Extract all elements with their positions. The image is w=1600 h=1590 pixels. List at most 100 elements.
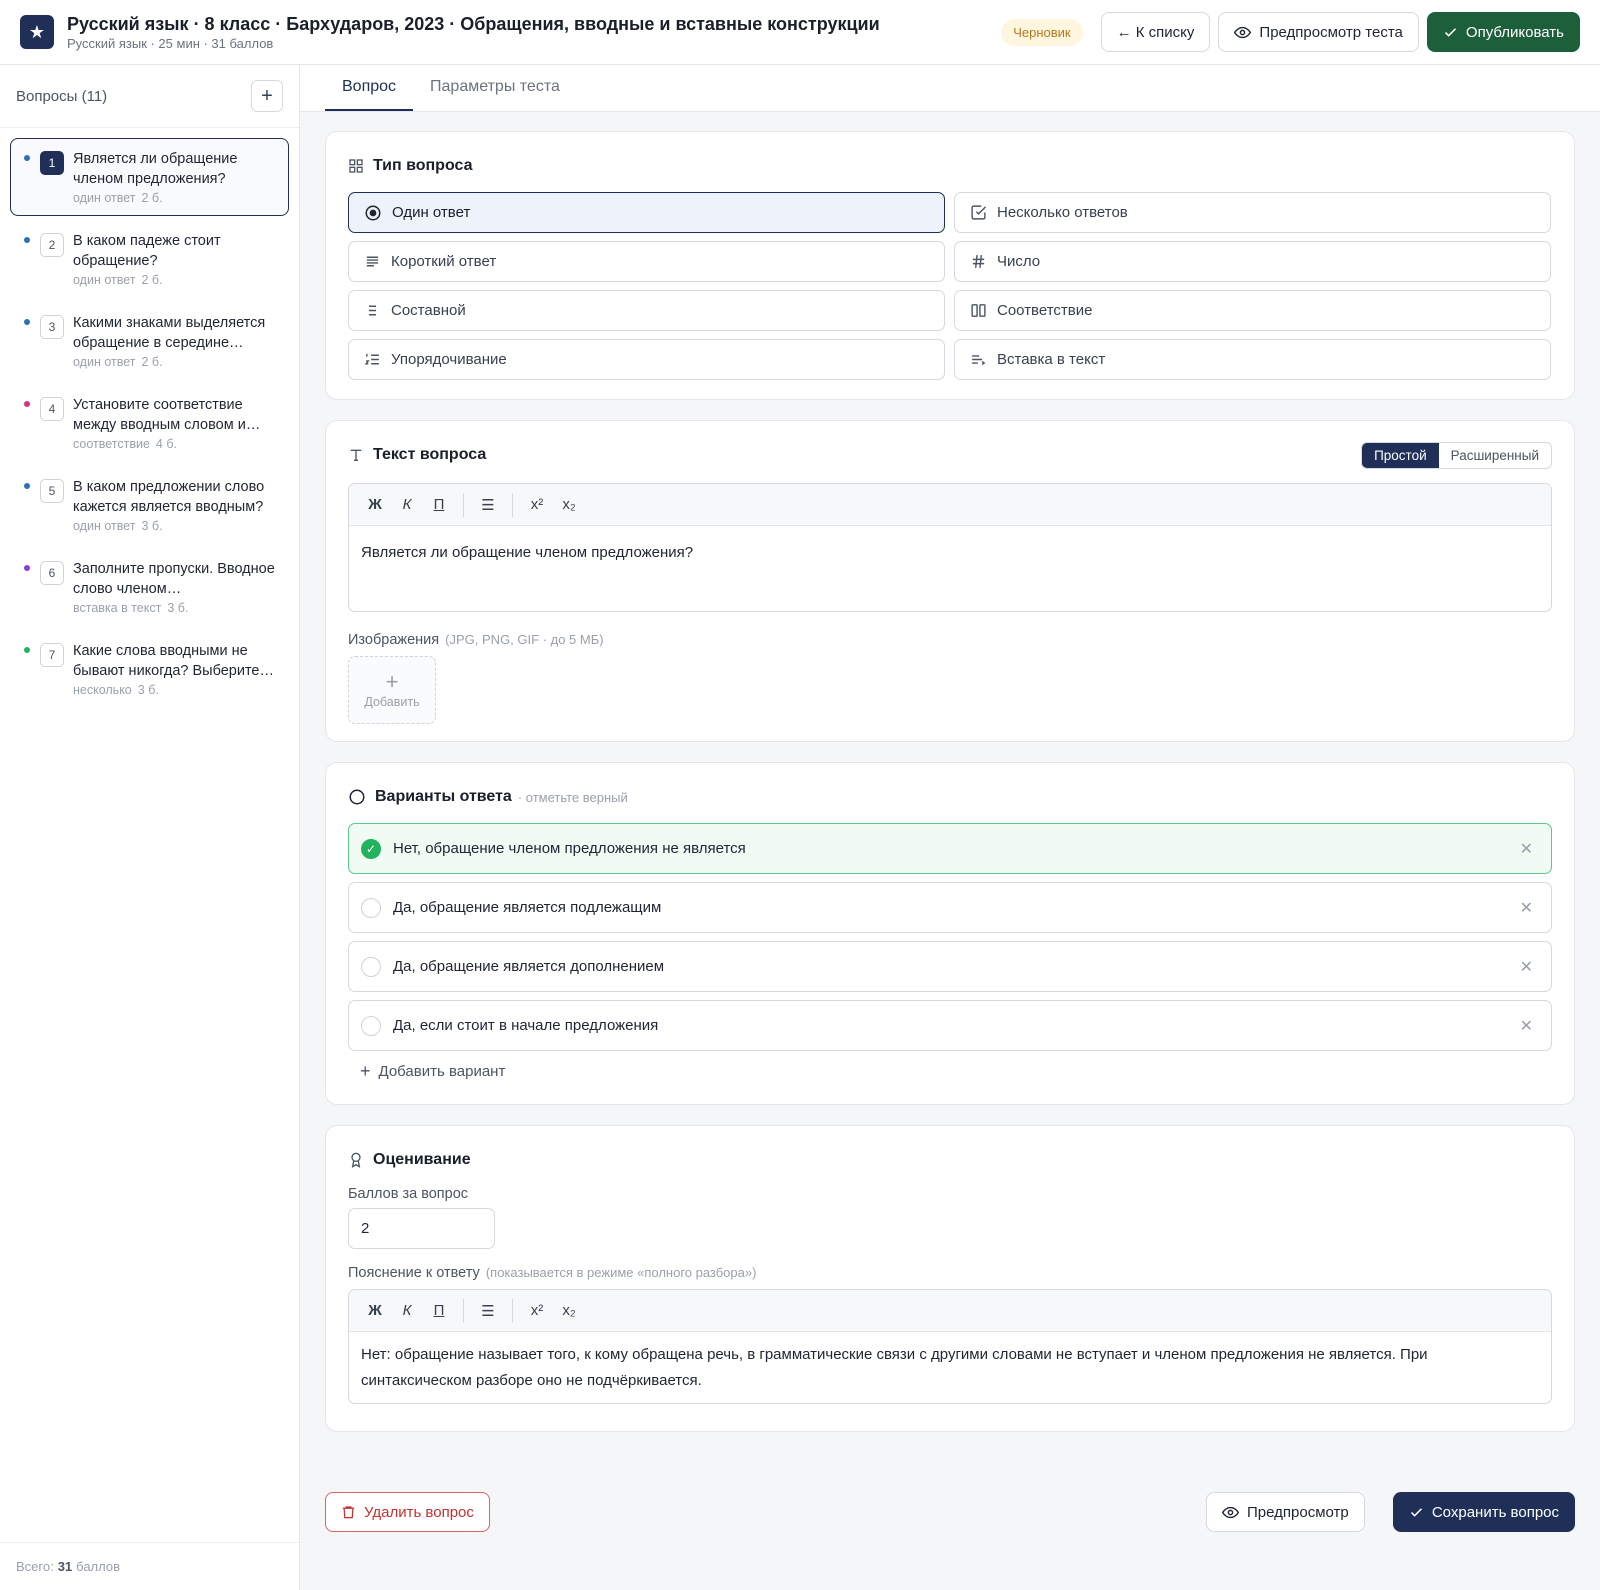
sidebar-question-item[interactable]: 4 Установите соответствие между вводным с… bbox=[10, 384, 289, 462]
mode-advanced-button[interactable]: Расширенный bbox=[1439, 443, 1551, 468]
type-ordering[interactable]: Упорядочивание bbox=[348, 339, 945, 380]
type-number[interactable]: Число bbox=[954, 241, 1551, 282]
question-text-body[interactable]: Является ли обращение членом предложения… bbox=[349, 526, 1551, 580]
tab-test-settings[interactable]: Параметры теста bbox=[413, 65, 577, 111]
remove-option-icon[interactable]: ✕ bbox=[1520, 1016, 1533, 1036]
preview-button[interactable]: Предпросмотр bbox=[1206, 1492, 1365, 1532]
sidebar-question-item[interactable]: 5 В каком предложении слово кажется являе… bbox=[10, 466, 289, 544]
type-ordering-label: Упорядочивание bbox=[391, 351, 507, 368]
type-fill-in-text[interactable]: Вставка в текст bbox=[954, 339, 1551, 380]
publish-button[interactable]: Опубликовать bbox=[1426, 12, 1580, 52]
sidebar-question-item[interactable]: 1 Является ли обращение членом предложени… bbox=[10, 138, 289, 216]
add-option-button[interactable]: + Добавить вариант bbox=[360, 1061, 1552, 1082]
underline-button[interactable]: П bbox=[423, 1302, 455, 1319]
plus-icon: + bbox=[385, 669, 399, 694]
question-number: 1 bbox=[40, 151, 64, 175]
answer-option[interactable]: Да, обращение является подлежащим ✕ bbox=[348, 882, 1552, 933]
points-input[interactable]: 2 bbox=[348, 1208, 495, 1249]
list-button[interactable]: ☰ bbox=[472, 1302, 504, 1320]
explanation-hint: (показывается в режиме «полного разбора»… bbox=[485, 1265, 757, 1280]
trash-icon bbox=[341, 1504, 356, 1520]
type-short-answer[interactable]: Короткий ответ bbox=[348, 241, 945, 282]
superscript-button[interactable]: x² bbox=[521, 1302, 553, 1319]
main-content: Вопрос Параметры теста Тип вопроса Один … bbox=[300, 65, 1600, 1590]
answer-option[interactable]: ✓ Нет, обращение членом предложения не яв… bbox=[348, 823, 1552, 874]
explanation-label-row: Пояснение к ответу (показывается в режим… bbox=[348, 1265, 1552, 1281]
subscript-button[interactable]: x₂ bbox=[553, 1302, 585, 1319]
question-type-label: несколько bbox=[73, 683, 132, 697]
page-subtitle: Русский язык · 25 мин · 31 баллов bbox=[67, 35, 274, 51]
remove-option-icon[interactable]: ✕ bbox=[1520, 898, 1533, 918]
question-title: Заполните пропуски. Вводное слово членом… bbox=[73, 561, 275, 597]
preview-label: Предпросмотр bbox=[1247, 1503, 1349, 1521]
remove-option-icon[interactable]: ✕ bbox=[1520, 839, 1533, 859]
explanation-body[interactable]: Нет: обращение называет того, к кому обр… bbox=[349, 1332, 1551, 1404]
type-short-label: Короткий ответ bbox=[391, 253, 497, 270]
italic-button[interactable]: К bbox=[391, 496, 423, 513]
list-button[interactable]: ☰ bbox=[472, 496, 504, 514]
add-image-button[interactable]: + Добавить bbox=[348, 656, 436, 724]
answer-option-text[interactable]: Нет, обращение членом предложения не явл… bbox=[393, 840, 746, 857]
answer-options-hint: · отметьте верный bbox=[517, 789, 628, 805]
save-question-button[interactable]: Сохранить вопрос bbox=[1392, 1492, 1575, 1532]
question-meta: соответствие 4 б. bbox=[73, 437, 278, 451]
plus-icon: + bbox=[360, 1061, 371, 1081]
preview-test-button[interactable]: Предпросмотр теста bbox=[1218, 12, 1419, 52]
italic-button[interactable]: К bbox=[391, 1302, 423, 1319]
question-type-dot bbox=[24, 483, 30, 489]
answer-option[interactable]: Да, если стоит в начале предложения ✕ bbox=[348, 1000, 1552, 1051]
question-title: Является ли обращение членом предложения… bbox=[73, 151, 238, 187]
tab-bar: Вопрос Параметры теста bbox=[300, 65, 1600, 112]
answer-option-text[interactable]: Да, если стоит в начале предложения bbox=[393, 1017, 658, 1034]
subscript-button[interactable]: x₂ bbox=[553, 496, 585, 513]
add-image-label: Добавить bbox=[364, 695, 420, 709]
answer-options-title: Варианты ответа bbox=[375, 788, 512, 805]
tab-question[interactable]: Вопрос bbox=[325, 65, 414, 111]
publish-label: Опубликовать bbox=[1465, 23, 1564, 41]
circle-icon bbox=[348, 788, 366, 806]
question-type-dot bbox=[24, 319, 30, 325]
save-question-label: Сохранить вопрос bbox=[1431, 1503, 1559, 1521]
delete-question-button[interactable]: Удалить вопрос bbox=[325, 1492, 490, 1532]
answer-option-text[interactable]: Да, обращение является подлежащим bbox=[393, 899, 661, 916]
images-hint: (JPG, PNG, GIF · до 5 МБ) bbox=[445, 632, 604, 647]
back-to-list-button[interactable]: ← К списку bbox=[1100, 12, 1211, 52]
explanation-editor: Ж К П ☰ x² x₂ Нет: обращение называет то… bbox=[348, 1289, 1552, 1404]
answer-radio[interactable] bbox=[361, 956, 381, 977]
question-number: 7 bbox=[40, 643, 64, 667]
bold-button[interactable]: Ж bbox=[359, 1302, 391, 1319]
answer-radio[interactable] bbox=[361, 897, 381, 918]
question-number: 2 bbox=[40, 233, 64, 257]
sidebar-question-item[interactable]: 3 Какими знаками выделяется обращение в с… bbox=[10, 302, 289, 380]
editor-mode-switch: Простой Расширенный bbox=[1361, 441, 1552, 469]
checkbox-icon bbox=[970, 204, 987, 221]
answer-option-text[interactable]: Да, обращение является дополнением bbox=[393, 958, 664, 975]
type-single-answer[interactable]: Один ответ bbox=[348, 192, 945, 233]
text-type-icon bbox=[348, 447, 364, 463]
columns-icon bbox=[970, 302, 987, 319]
sidebar-question-item[interactable]: 6 Заполните пропуски. Вводное слово члено… bbox=[10, 548, 289, 626]
superscript-button[interactable]: x² bbox=[521, 496, 553, 513]
type-multiple-label: Несколько ответов bbox=[997, 204, 1128, 221]
type-matching[interactable]: Соответствие bbox=[954, 290, 1551, 331]
question-number: 3 bbox=[40, 315, 64, 339]
type-composite[interactable]: Составной bbox=[348, 290, 945, 331]
underline-button[interactable]: П bbox=[423, 496, 455, 513]
correct-check-icon[interactable]: ✓ bbox=[361, 838, 381, 859]
question-text-heading: Текст вопроса Простой Расширенный bbox=[348, 441, 1552, 469]
sidebar-question-item[interactable]: 7 Какие слова вводными не бывают никогда?… bbox=[10, 630, 289, 708]
bold-button[interactable]: Ж bbox=[359, 496, 391, 513]
question-points: 3 б. bbox=[167, 601, 189, 615]
mode-simple-button[interactable]: Простой bbox=[1362, 442, 1439, 468]
answer-options-heading: Варианты ответа · отметьте верный bbox=[348, 785, 1552, 809]
answer-option[interactable]: Да, обращение является дополнением ✕ bbox=[348, 941, 1552, 992]
answer-radio[interactable] bbox=[361, 1015, 381, 1036]
preview-test-label: Предпросмотр теста bbox=[1259, 23, 1403, 41]
add-question-button[interactable]: + bbox=[251, 80, 283, 112]
check-icon bbox=[1443, 25, 1458, 40]
remove-option-icon[interactable]: ✕ bbox=[1520, 957, 1533, 977]
type-multiple-answers[interactable]: Несколько ответов bbox=[954, 192, 1551, 233]
sidebar-question-item[interactable]: 2 В каком падеже стоит обращение? один отв… bbox=[10, 220, 289, 298]
question-text-card: Текст вопроса Простой Расширенный Ж К П … bbox=[325, 420, 1575, 742]
question-meta: один ответ 3 б. bbox=[73, 519, 278, 533]
